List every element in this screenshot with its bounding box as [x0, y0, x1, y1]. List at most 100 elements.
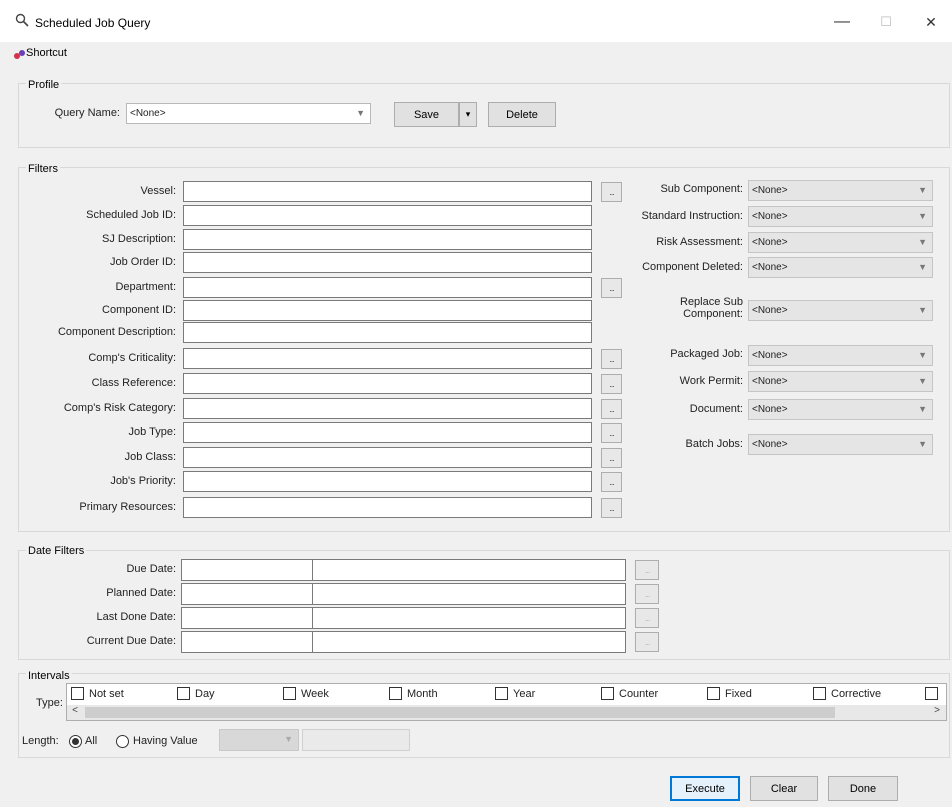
- shortcut-menu[interactable]: Shortcut: [26, 47, 67, 59]
- filter-input[interactable]: [183, 252, 592, 273]
- scroll-right-button[interactable]: >: [930, 705, 944, 720]
- filter-input[interactable]: [183, 348, 592, 369]
- chevron-down-icon: ▼: [918, 404, 927, 414]
- filter-select[interactable]: <None> ▼: [748, 434, 933, 455]
- filter-input[interactable]: [183, 205, 592, 226]
- filter-select[interactable]: <None> ▼: [748, 345, 933, 366]
- date-picker-button[interactable]: ...: [635, 632, 659, 652]
- filter-input[interactable]: [183, 422, 592, 443]
- interval-type-label: Fixed: [725, 688, 752, 700]
- scrollbar-thumb[interactable]: [85, 707, 835, 718]
- browse-button[interactable]: ...: [601, 278, 622, 298]
- browse-button[interactable]: ...: [601, 448, 622, 468]
- interval-type-checkbox[interactable]: [495, 687, 508, 700]
- clear-button[interactable]: Clear: [750, 776, 818, 801]
- filter-select-value: <None>: [752, 404, 788, 415]
- filter-input[interactable]: [183, 300, 592, 321]
- filter-select[interactable]: <None> ▼: [748, 257, 933, 278]
- filter-label: Component Description:: [57, 326, 176, 338]
- filter-right-label: Batch Jobs:: [685, 438, 743, 450]
- filter-input[interactable]: [183, 181, 592, 202]
- execute-button[interactable]: Execute: [670, 776, 740, 801]
- length-having-value-label: Having Value: [133, 735, 198, 747]
- done-button[interactable]: Done: [828, 776, 898, 801]
- interval-type-label: Month: [407, 688, 438, 700]
- length-operator-select[interactable]: ▼: [219, 729, 299, 751]
- interval-type-checkbox[interactable]: [177, 687, 190, 700]
- filter-select[interactable]: <None> ▼: [748, 180, 933, 201]
- save-button[interactable]: Save: [394, 102, 459, 127]
- date-picker-button[interactable]: ...: [635, 584, 659, 604]
- filter-select[interactable]: <None> ▼: [748, 399, 933, 420]
- query-name-value: <None>: [130, 108, 166, 119]
- date-operator-input[interactable]: [181, 631, 313, 653]
- filter-input[interactable]: [183, 398, 592, 419]
- window-title: Scheduled Job Query: [35, 16, 151, 30]
- interval-type-checkbox[interactable]: [389, 687, 402, 700]
- filter-input[interactable]: [183, 229, 592, 250]
- horizontal-scrollbar[interactable]: < >: [67, 705, 946, 720]
- browse-button[interactable]: ...: [601, 498, 622, 518]
- close-button[interactable]: ✕: [911, 8, 951, 36]
- filter-select[interactable]: <None> ▼: [748, 371, 933, 392]
- maximize-button[interactable]: ☐: [866, 8, 906, 36]
- filter-label: Comp's Risk Category:: [63, 402, 176, 414]
- browse-button[interactable]: ...: [601, 182, 622, 202]
- filter-label: Job Class:: [124, 451, 176, 463]
- filter-input[interactable]: [183, 373, 592, 394]
- filter-select[interactable]: <None> ▼: [748, 300, 933, 321]
- browse-button[interactable]: ...: [601, 423, 622, 443]
- filter-select-value: <None>: [752, 185, 788, 196]
- date-picker-button[interactable]: ...: [635, 560, 659, 580]
- delete-button[interactable]: Delete: [488, 102, 556, 127]
- filter-input[interactable]: [183, 471, 592, 492]
- filter-input[interactable]: [183, 447, 592, 468]
- date-operator-input[interactable]: [181, 583, 313, 605]
- date-value-input[interactable]: [312, 583, 626, 605]
- interval-type-label: Type:: [36, 697, 63, 709]
- chevron-down-icon: ▼: [918, 237, 927, 247]
- date-operator-input[interactable]: [181, 559, 313, 581]
- filter-input[interactable]: [183, 497, 592, 518]
- scroll-left-button[interactable]: <: [68, 705, 82, 720]
- filter-right-label: Document:: [689, 403, 743, 415]
- chevron-down-icon: ▼: [918, 185, 927, 195]
- browse-button[interactable]: ...: [601, 472, 622, 492]
- interval-type-checkbox[interactable]: [283, 687, 296, 700]
- filter-input[interactable]: [183, 277, 592, 298]
- filter-right-label: Work Permit:: [679, 375, 743, 387]
- save-dropdown-button[interactable]: ▾: [459, 102, 477, 127]
- length-label: Length:: [22, 735, 59, 747]
- chevron-down-icon: ▼: [284, 734, 293, 744]
- interval-type-checkbox[interactable]: [925, 687, 938, 700]
- filter-select-value: <None>: [752, 211, 788, 222]
- filter-select[interactable]: <None> ▼: [748, 232, 933, 253]
- profile-group-label: Profile: [26, 79, 62, 91]
- filter-select-value: <None>: [752, 305, 788, 316]
- chevron-down-icon: ▼: [918, 350, 927, 360]
- interval-type-checkbox[interactable]: [813, 687, 826, 700]
- filter-right-label: Risk Assessment:: [656, 236, 743, 248]
- browse-button[interactable]: ...: [601, 374, 622, 394]
- interval-type-checkbox[interactable]: [601, 687, 614, 700]
- browse-button[interactable]: ...: [601, 349, 622, 369]
- interval-type-checkbox[interactable]: [71, 687, 84, 700]
- filter-select[interactable]: <None> ▼: [748, 206, 933, 227]
- filter-select-value: <None>: [752, 350, 788, 361]
- length-all-radio[interactable]: [69, 735, 82, 748]
- date-operator-input[interactable]: [181, 607, 313, 629]
- date-value-input[interactable]: [312, 607, 626, 629]
- filter-input[interactable]: [183, 322, 592, 343]
- interval-type-label: Year: [513, 688, 536, 700]
- minimize-button[interactable]: —: [822, 8, 862, 36]
- date-value-input[interactable]: [312, 631, 626, 653]
- length-having-value-radio[interactable]: [116, 735, 129, 748]
- interval-type-checkbox[interactable]: [707, 687, 720, 700]
- interval-type-label: Not set: [89, 688, 124, 700]
- date-value-input[interactable]: [312, 559, 626, 581]
- browse-button[interactable]: ...: [601, 399, 622, 419]
- length-value-input[interactable]: [302, 729, 410, 751]
- date-picker-button[interactable]: ...: [635, 608, 659, 628]
- filters-group-label: Filters: [26, 163, 60, 175]
- query-name-select[interactable]: <None> ▼: [126, 103, 371, 124]
